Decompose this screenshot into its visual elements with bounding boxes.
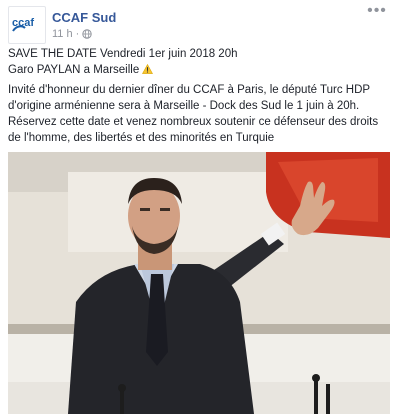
post-header: ccaf CCAF Sud 11 h · •••: [8, 3, 390, 44]
post-line-1: SAVE THE DATE Vendredi 1er juin 2018 20h: [8, 48, 238, 60]
meta-separator: ·: [75, 28, 80, 40]
post-line-4: Réservez cette date et venez nombreux so…: [8, 116, 379, 144]
post-line-2-wrap: Garo PAYLAN a Marseille: [8, 62, 392, 78]
warning-icon: [142, 64, 154, 74]
facebook-post: ccaf CCAF Sud 11 h · ••• SAVE THE DATE V…: [0, 0, 398, 414]
post-meta: 11 h ·: [52, 28, 92, 40]
page-name-link[interactable]: CCAF Sud: [52, 10, 116, 25]
ccaf-logo: ccaf: [12, 17, 34, 32]
page-avatar[interactable]: ccaf: [8, 6, 46, 44]
photo-illustration: [8, 152, 390, 414]
post-line-2: Garo PAYLAN a Marseille: [8, 64, 140, 76]
post-line-3: Invité d'honneur du dernier dîner du CCA…: [8, 84, 370, 112]
more-options-icon[interactable]: •••: [366, 3, 388, 22]
svg-text:ccaf: ccaf: [12, 17, 34, 29]
globe-icon: [82, 29, 92, 39]
post-text: SAVE THE DATE Vendredi 1er juin 2018 20h…: [8, 46, 392, 146]
post-photo[interactable]: [8, 152, 390, 414]
timestamp-link[interactable]: 11 h: [52, 28, 73, 40]
